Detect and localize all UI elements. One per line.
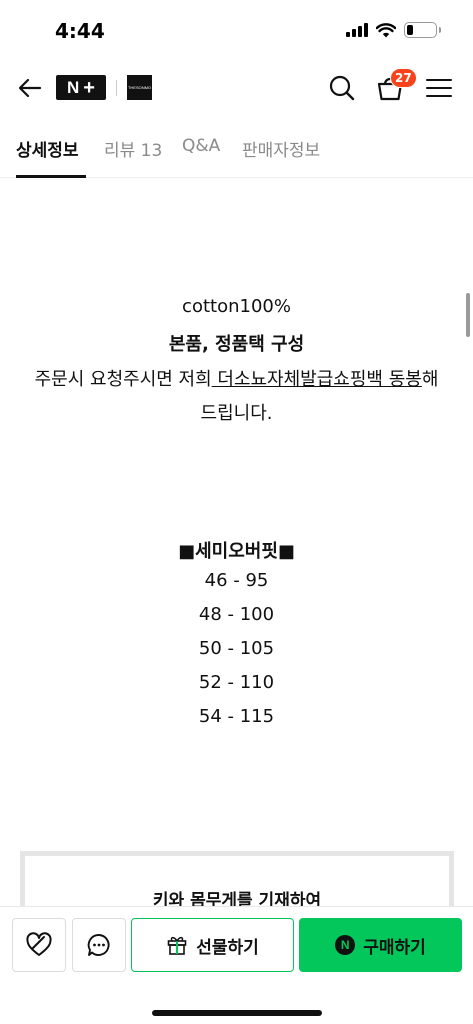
store-logo-text: THESONMO	[127, 85, 152, 90]
bottom-action-bar: 선물하기 N 구매하기	[0, 906, 473, 1024]
buy-button[interactable]: N 구매하기	[299, 918, 462, 972]
notice-suffix: 해	[421, 369, 439, 390]
cellular-signal-icon	[346, 23, 368, 37]
size-row: 50 - 105	[198, 638, 275, 659]
store-logo[interactable]: THESONMO	[127, 75, 152, 100]
wishlist-heart-icon	[26, 932, 52, 956]
menu-button[interactable]	[426, 76, 452, 100]
material-text: cotton100%	[182, 296, 291, 317]
chat-button[interactable]	[72, 918, 126, 972]
size-box-text: 키와 몸무게를 기재하여	[152, 891, 322, 906]
fit-title: ■세미오버핏■	[178, 541, 295, 562]
cart-count-badge: 27	[390, 68, 417, 88]
search-button[interactable]	[328, 74, 356, 102]
product-detail-content: cotton100% 본품, 정품택 구성 주문시 요청주시면 저희 더소뇨자체…	[0, 178, 473, 906]
wishlist-button[interactable]	[12, 918, 66, 972]
back-button[interactable]	[16, 74, 44, 102]
battery-icon	[404, 22, 441, 38]
naver-n-icon: N	[335, 935, 356, 955]
tab-detail-info[interactable]: 상세정보	[16, 136, 79, 161]
gift-box-icon	[167, 936, 187, 955]
notice-underlined: 더소뇨자체발급쇼핑백 동봉	[211, 369, 422, 390]
gift-button-label: 선물하기	[196, 937, 259, 958]
app-header: N + THESONMO 27	[0, 62, 473, 116]
menu-icon	[426, 79, 452, 81]
naver-plus-logo[interactable]: N +	[56, 75, 106, 100]
logo-divider	[116, 80, 117, 96]
status-icons	[346, 22, 441, 38]
size-row: 46 - 95	[204, 570, 269, 591]
nplus-logo-plus: +	[83, 76, 95, 99]
search-icon	[329, 75, 355, 101]
gift-button[interactable]: 선물하기	[131, 918, 294, 972]
size-row: 52 - 110	[198, 672, 275, 693]
wifi-icon	[376, 22, 396, 37]
scrollbar[interactable]	[466, 293, 470, 337]
size-row: 48 - 100	[198, 604, 275, 625]
nplus-logo-n: N	[67, 77, 80, 97]
back-arrow-icon	[18, 78, 42, 98]
size-row: 54 - 115	[198, 706, 275, 727]
size-guide-box: 키와 몸무게를 기재하여	[20, 851, 454, 906]
product-tabs: 상세정보 리뷰 13 Q&A 판매자정보	[0, 116, 473, 178]
notice-prefix: 주문시 요청주시면 저희	[34, 369, 212, 390]
status-bar: 4:44	[0, 0, 473, 62]
tab-qna[interactable]: Q&A	[182, 136, 220, 156]
tab-seller-info[interactable]: 판매자정보	[242, 136, 320, 161]
notice-line-2: 드립니다.	[200, 403, 273, 424]
buy-button-label: 구매하기	[363, 937, 426, 958]
composition-text: 본품, 정품택 구성	[168, 334, 305, 355]
chat-bubble-icon	[87, 934, 110, 956]
status-time: 4:44	[55, 19, 105, 43]
home-indicator[interactable]	[152, 1010, 322, 1016]
tab-reviews[interactable]: 리뷰 13	[104, 136, 162, 161]
shopping-bag-notice: 주문시 요청주시면 저희 더소뇨자체발급쇼핑백 동봉해	[0, 365, 473, 391]
